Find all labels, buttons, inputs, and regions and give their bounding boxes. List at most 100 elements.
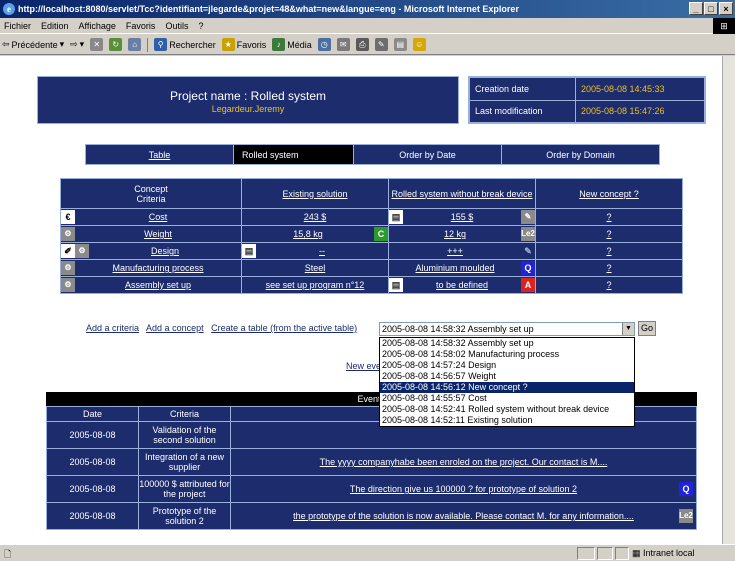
existing-value-cell: ▤ -- [241,242,389,260]
back-button[interactable]: ⇦ Précédente ▾ [2,39,64,50]
new-concept-value[interactable]: ? [606,280,611,290]
rolled-value[interactable]: Aluminium moulded [389,263,521,273]
search-button[interactable]: ⚲ Rechercher [154,38,216,51]
chevron-down-icon[interactable]: ▼ [622,323,634,335]
go-button[interactable]: Go [638,321,656,336]
windows-logo-icon: ⊞ [713,18,735,34]
favorites-button[interactable]: ★ Favoris [221,38,267,51]
tab-order-by-domain[interactable]: Order by Domain [501,144,660,165]
maximize-button[interactable]: □ [704,2,718,15]
dropdown-option[interactable]: 2005-08-08 14:52:11 Existing solution [380,415,634,426]
rolled-value-cell: +++ ✎ [388,242,536,260]
new-concept-value-cell[interactable]: ? [535,208,683,226]
last-modification-value: 2005-08-08 15:47:26 [574,99,706,123]
rolled-value[interactable]: +++ [389,246,521,256]
event-description-link[interactable]: the prototype of the solution is now ava… [293,511,634,521]
pencil-icon: ✎ [524,246,532,256]
header-rolled-system[interactable]: Rolled system without break device [388,178,536,209]
minimize-button[interactable]: _ [689,2,703,15]
existing-value[interactable]: 243 $ [304,212,327,222]
menu-edition[interactable]: Edition [41,21,69,31]
page-viewport: Project name : Rolled system Legardeur.J… [0,56,722,544]
dropdown-option[interactable]: 2005-08-08 14:57:24 Design [380,360,634,371]
chevron-down-icon: ▾ [79,39,85,49]
discuss-icon[interactable]: ▤ [393,38,407,51]
criterion-link[interactable]: Weight [75,229,241,239]
header-new-concept-link[interactable]: New concept ? [579,189,639,199]
tab-order-by-date[interactable]: Order by Date [353,144,502,165]
refresh-icon[interactable]: ↻ [109,38,123,51]
new-event-link[interactable]: New eve [346,361,381,371]
add-concept-link[interactable]: Add a concept [146,323,204,333]
dropdown-option-highlighted[interactable]: 2005-08-08 14:56:12 New concept ? [380,382,634,393]
new-concept-value[interactable]: ? [606,229,611,239]
add-criteria-link[interactable]: Add a criteria [86,323,139,333]
new-concept-value-cell[interactable]: ? [535,225,683,243]
menu-favoris[interactable]: Favoris [126,21,156,31]
new-concept-value-cell[interactable]: ? [535,259,683,277]
favorites-label: Favoris [236,39,267,50]
criterion-link[interactable]: Design [89,246,241,256]
existing-value[interactable]: see set up program n°12 [266,280,365,290]
new-concept-value-cell[interactable]: ? [535,276,683,294]
dropdown-option[interactable]: 2005-08-08 14:52:41 Rolled system withou… [380,404,634,415]
create-table-link[interactable]: Create a table (from the active table) [211,323,357,333]
new-concept-value[interactable]: ? [606,212,611,222]
search-label: Rechercher [169,39,216,50]
criterion-link[interactable]: Manufacturing process [75,263,241,273]
existing-value-cell[interactable]: see set up program n°12 [241,276,389,294]
existing-value[interactable]: 15,8 kg [242,229,374,239]
event-description: The yyyy companyhabe been enroled on the… [230,448,697,476]
header-existing-solution[interactable]: Existing solution [241,178,389,209]
menu-fichier[interactable]: Fichier [4,21,31,31]
criterion-link[interactable]: Cost [75,212,241,222]
header-rolled-link[interactable]: Rolled system without break device [391,189,532,199]
rolled-value[interactable]: 155 $ [403,212,521,222]
messenger-icon[interactable]: ☺ [412,38,426,51]
existing-value-cell[interactable]: 243 $ [241,208,389,226]
existing-value-cell[interactable]: Steel [241,259,389,277]
new-concept-value[interactable]: ? [606,263,611,273]
existing-value[interactable]: -- [256,246,388,256]
header-criteria-label: Criteria [136,193,166,204]
media-button[interactable]: ♪ Média [272,38,312,51]
close-button[interactable]: × [719,2,733,15]
print-icon[interactable]: ⎙ [355,38,369,51]
dropdown-option[interactable]: 2005-08-08 14:58:32 Assembly set up [380,338,634,349]
forward-button[interactable]: ⇨ ▾ [70,39,84,50]
event-criteria: Prototype of the solution 2 [138,502,231,530]
stop-icon[interactable]: ✕ [90,38,104,51]
new-concept-value-cell[interactable]: ? [535,242,683,260]
last-modification-label: Last modification [469,99,576,123]
event-description-link[interactable]: The direction give us 100000 ? for proto… [350,484,577,494]
header-existing-link[interactable]: Existing solution [282,189,347,199]
dropdown-option[interactable]: 2005-08-08 14:55:57 Cost [380,393,634,404]
menu-help[interactable]: ? [198,21,203,31]
tab-table[interactable]: Table [85,144,234,165]
badge-le2-icon: Le2 [679,509,693,523]
rolled-value[interactable]: 12 kg [389,229,521,239]
rolled-value[interactable]: to be defined [403,280,521,290]
edit-icon[interactable]: ✎ [374,38,388,51]
criterion-cell: ⚙ Manufacturing process [60,259,242,277]
dropdown-option[interactable]: 2005-08-08 14:56:57 Weight [380,371,634,382]
menu-outils[interactable]: Outils [165,21,188,31]
new-concept-value[interactable]: ? [606,246,611,256]
existing-value[interactable]: Steel [305,263,326,273]
history-select[interactable]: 2005-08-08 14:58:32 Assembly set up ▼ [379,322,635,336]
dropdown-option[interactable]: 2005-08-08 14:58:02 Manufacturing proces… [380,349,634,360]
history-icon[interactable]: ◷ [317,38,331,51]
event-description-link[interactable]: The yyyy companyhabe been enroled on the… [320,457,608,467]
criterion-cell: ⚙ Weight [60,225,242,243]
vertical-scrollbar[interactable] [722,56,735,544]
badge-le2-icon: Le2 [521,227,535,241]
header-new-concept[interactable]: New concept ? [535,178,683,209]
home-icon[interactable]: ⌂ [128,38,142,51]
criterion-link[interactable]: Assembly set up [75,280,241,290]
document-icon: ▤ [242,244,256,258]
menu-affichage[interactable]: Affichage [79,21,116,31]
tab-table-label[interactable]: Table [149,150,171,160]
mail-icon[interactable]: ✉ [336,38,350,51]
page-icon: 🗋 [4,549,12,559]
tools-icon: ⚙ [75,244,89,258]
